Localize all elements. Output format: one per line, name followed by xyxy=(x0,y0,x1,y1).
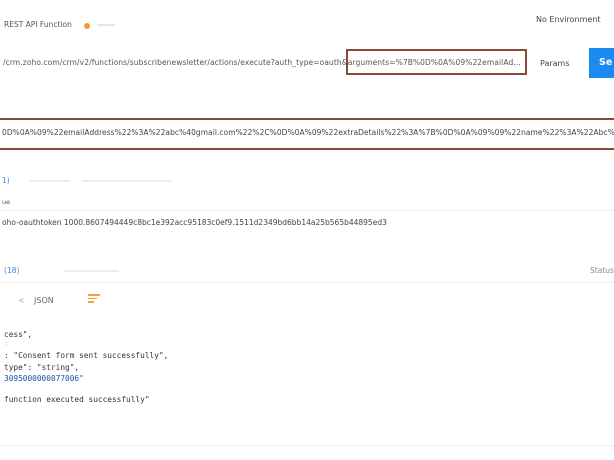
header-row-oauthtoken[interactable]: oho-oauthtoken 1000.8607494449c8bc1e392a… xyxy=(2,218,387,227)
response-status-label: Status xyxy=(590,266,614,275)
response-line-7: function executed successfully" xyxy=(4,395,150,404)
format-caret[interactable]: < xyxy=(18,296,25,305)
send-button[interactable]: Se xyxy=(589,48,614,78)
params-button[interactable]: Params xyxy=(540,59,570,68)
arguments-highlight-box xyxy=(346,49,527,75)
response-line-2: : xyxy=(4,339,9,348)
tab-headers[interactable]: 1) xyxy=(2,176,10,185)
tab-response-headers[interactable] xyxy=(64,270,119,272)
request-tab-title[interactable]: REST API Function xyxy=(4,20,72,29)
response-line-1: cess", xyxy=(4,330,33,339)
header-divider xyxy=(0,210,614,211)
response-divider xyxy=(0,282,614,283)
response-line-4: type": "string", xyxy=(4,363,80,372)
bottom-divider xyxy=(0,445,614,446)
unsaved-dot-icon xyxy=(84,23,90,29)
tab-response-body[interactable]: (18) xyxy=(4,266,19,275)
response-line-5: 3095000000077006" xyxy=(4,374,84,383)
send-button-label: Se xyxy=(599,57,613,68)
arguments-param-value[interactable]: 0D%0A%09%22emailAddress%22%3A%22abc%40gm… xyxy=(2,128,614,137)
header-value-column-label: ue xyxy=(2,198,11,206)
close-tab-icon[interactable] xyxy=(97,24,115,26)
environment-selector[interactable]: No Environment xyxy=(536,15,601,24)
tab-body[interactable] xyxy=(82,180,172,182)
response-line-3: : "Consent form sent successfully", xyxy=(4,351,169,360)
tab-authorization[interactable] xyxy=(30,180,70,182)
json-format-selector[interactable]: JSON xyxy=(34,296,54,305)
wrap-lines-icon[interactable] xyxy=(88,294,100,304)
